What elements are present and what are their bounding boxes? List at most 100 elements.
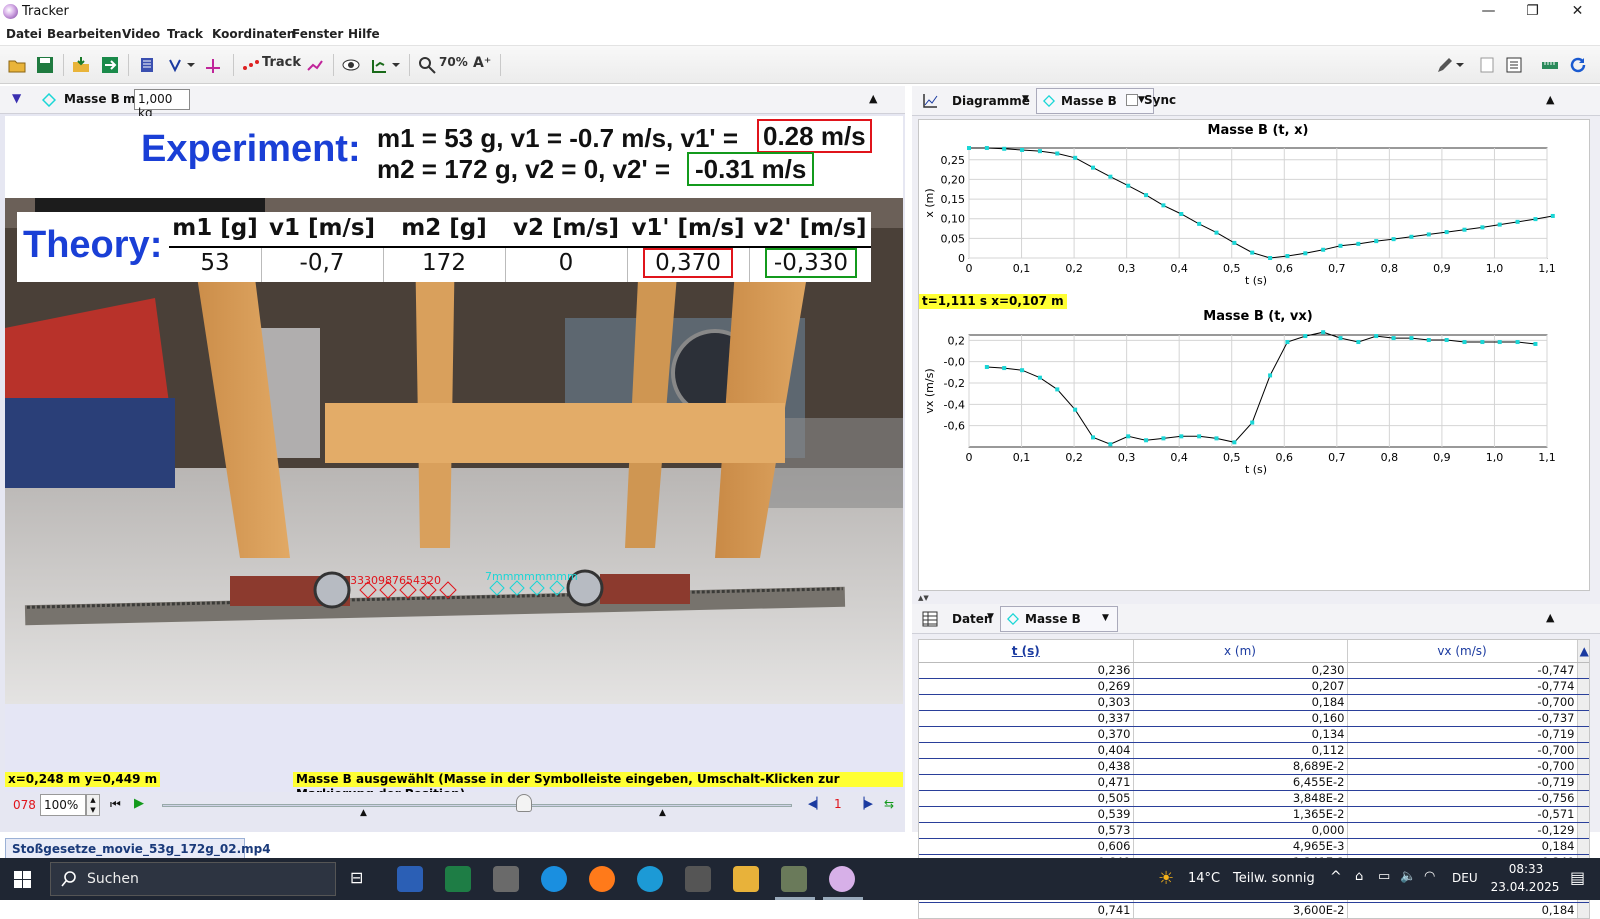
menu-hilfe[interactable]: Hilfe <box>348 27 380 41</box>
notes-icon[interactable] <box>1478 56 1496 74</box>
data-point[interactable] <box>1073 155 1078 160</box>
clock-date[interactable]: 23.04.2025 <box>1486 880 1564 894</box>
collapse-arrow-icon[interactable]: ▲ <box>869 92 877 105</box>
data-point[interactable] <box>1444 230 1449 235</box>
data-point[interactable] <box>1055 151 1060 156</box>
cell-t[interactable]: 0,337 <box>919 710 1134 727</box>
close-button[interactable]: ✕ <box>1555 0 1600 24</box>
cell-x[interactable]: 0,112 <box>1133 742 1348 759</box>
scrollbar-track[interactable] <box>1577 742 1589 759</box>
weather-description[interactable]: Teilw. sonnig <box>1233 871 1315 886</box>
data-point[interactable] <box>1214 230 1219 235</box>
step-forward-icon[interactable]: ▕▶ <box>856 797 873 810</box>
data-point[interactable] <box>1161 436 1166 441</box>
data-point[interactable] <box>1338 243 1343 248</box>
data-point[interactable] <box>1515 340 1520 345</box>
data-point[interactable] <box>984 365 989 369</box>
data-point[interactable] <box>1250 250 1255 255</box>
table-row[interactable]: 0,404 0,112 -0,700 <box>919 742 1589 759</box>
menu-track[interactable]: Track <box>167 27 203 41</box>
slider-thumb[interactable] <box>516 794 532 812</box>
data-point[interactable] <box>1374 334 1379 339</box>
scrollbar-track[interactable] <box>1577 710 1589 727</box>
refresh-icon[interactable] <box>1569 56 1587 74</box>
chevron-down-icon[interactable]: ▼ <box>987 612 994 622</box>
data-point[interactable] <box>1533 217 1538 222</box>
data-point[interactable] <box>1321 330 1326 335</box>
cell-t[interactable]: 0,573 <box>919 822 1134 839</box>
cell-vx[interactable]: -0,700 <box>1347 742 1578 759</box>
scrollbar-track[interactable] <box>1577 678 1589 695</box>
table-row[interactable]: 0,505 3,848E-2 -0,756 <box>919 790 1589 807</box>
cell-vx[interactable]: -0,700 <box>1347 758 1578 775</box>
data-point[interactable] <box>984 146 989 150</box>
collapse-arrow-icon[interactable]: ▲ <box>1546 611 1554 624</box>
speaker-icon[interactable]: 🔈 <box>1400 869 1416 884</box>
rate-spinner[interactable]: ▲ ▼ <box>86 794 100 816</box>
edge-icon[interactable] <box>637 866 663 892</box>
data-point[interactable] <box>1108 442 1113 447</box>
data-point[interactable] <box>1037 375 1042 380</box>
data-point[interactable] <box>1409 336 1414 341</box>
playback-rate-input[interactable]: 100% <box>40 794 86 816</box>
video-file-tab[interactable]: Stoßgesetze_movie_53g_172g_02.mp4 <box>5 838 271 858</box>
cell-x[interactable]: 4,965E-3 <box>1133 838 1348 855</box>
save-icon[interactable] <box>36 56 54 74</box>
ruler-icon[interactable] <box>1541 56 1559 74</box>
trails-icon[interactable] <box>306 56 324 74</box>
scrollbar-track[interactable] <box>1577 774 1589 791</box>
data-point[interactable] <box>1144 438 1149 443</box>
data-point[interactable] <box>1285 254 1290 259</box>
export-icon[interactable] <box>101 56 119 74</box>
table-row[interactable]: 0,438 8,689E-2 -0,700 <box>919 758 1589 775</box>
scrollbar-track[interactable] <box>1577 806 1589 823</box>
column-header-vx[interactable]: vx (m/s) <box>1347 640 1578 663</box>
data-point[interactable] <box>1285 340 1290 345</box>
video-slider[interactable] <box>162 804 792 807</box>
word-icon[interactable] <box>397 866 423 892</box>
data-point[interactable] <box>1462 227 1467 232</box>
data-point[interactable] <box>1091 165 1096 170</box>
rewind-icon[interactable]: ⏮ <box>110 797 121 812</box>
data-point[interactable] <box>1214 436 1219 441</box>
cell-x[interactable]: 0,134 <box>1133 726 1348 743</box>
scrollbar-track[interactable] <box>1577 822 1589 839</box>
tracker-taskbar-icon[interactable] <box>829 866 855 892</box>
cell-x[interactable]: 0,184 <box>1133 694 1348 711</box>
font-size-button[interactable]: A⁺ <box>473 55 491 75</box>
video-frame[interactable]: 3330987654320 7mmmmmmmm Theory: m1 [g] v… <box>5 198 903 704</box>
data-point[interactable] <box>1426 338 1431 343</box>
cell-vx[interactable]: -0,719 <box>1347 726 1578 743</box>
step-back-icon[interactable]: ◀▏ <box>808 797 825 810</box>
cell-x[interactable]: 0,207 <box>1133 678 1348 695</box>
column-header-t[interactable]: t (s) <box>919 640 1134 663</box>
cell-vx[interactable]: -0,700 <box>1347 694 1578 711</box>
cell-t[interactable]: 0,438 <box>919 758 1134 775</box>
data-point[interactable] <box>1356 241 1361 246</box>
cell-t[interactable]: 0,404 <box>919 742 1134 759</box>
data-point[interactable] <box>1444 338 1449 343</box>
scroll-up-icon[interactable]: ▲ <box>1577 640 1589 663</box>
file-explorer-icon[interactable] <box>733 866 759 892</box>
data-point[interactable] <box>1020 368 1025 373</box>
cell-vx[interactable]: -0,737 <box>1347 710 1578 727</box>
cell-x[interactable]: 8,689E-2 <box>1133 758 1348 775</box>
scrollbar-track[interactable] <box>1577 902 1589 918</box>
data-point[interactable] <box>1126 434 1131 439</box>
cell-t[interactable]: 0,303 <box>919 694 1134 711</box>
loop-icon[interactable]: ⇆ <box>884 797 894 811</box>
data-point[interactable] <box>1550 213 1555 218</box>
data-point[interactable] <box>1091 435 1096 440</box>
data-point[interactable] <box>1480 340 1485 345</box>
cell-vx[interactable]: -0,747 <box>1347 662 1578 679</box>
data-point[interactable] <box>1108 174 1113 179</box>
data-point[interactable] <box>1480 225 1485 230</box>
menu-datei[interactable]: Datei <box>6 27 42 41</box>
cell-t[interactable]: 0,269 <box>919 678 1134 695</box>
data-point[interactable] <box>1161 203 1166 208</box>
description-icon[interactable] <box>1505 56 1523 74</box>
menu-video[interactable]: Video <box>122 27 160 41</box>
splitter[interactable]: ▲▼ <box>918 594 1590 602</box>
cell-x[interactable]: 0,000 <box>1133 822 1348 839</box>
maximize-button[interactable]: ❐ <box>1510 0 1555 24</box>
